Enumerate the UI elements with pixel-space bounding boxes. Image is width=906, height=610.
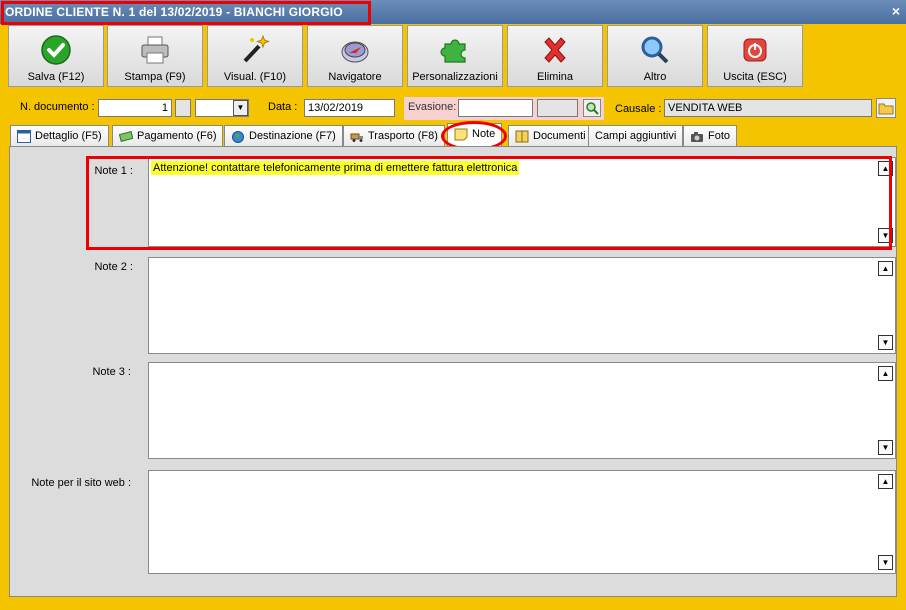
web-note-textarea[interactable]: ▲ ▼	[148, 470, 896, 574]
exit-button-label: Uscita (ESC)	[723, 71, 787, 83]
web-note-label: Note per il sito web :	[31, 477, 131, 489]
save-button[interactable]: Salva (F12)	[8, 25, 104, 87]
book-icon	[515, 130, 529, 143]
scroll-down-icon[interactable]: ▼	[878, 440, 893, 455]
tab-campi-aggiuntivi-label: Campi aggiuntivi	[595, 130, 677, 142]
tab-destinazione[interactable]: Destinazione (F7)	[224, 125, 343, 147]
more-button-label: Altro	[643, 71, 667, 83]
note-2-label: Note 2 :	[94, 261, 133, 273]
power-icon	[743, 38, 767, 62]
evasion-label: Evasione:	[408, 101, 457, 113]
date-label: Data :	[268, 101, 298, 113]
camera-icon	[691, 132, 703, 142]
doc-number-input[interactable]: 1	[98, 99, 172, 117]
causale-label: Causale :	[615, 103, 662, 115]
tab-campi-aggiuntivi[interactable]: Campi aggiuntivi	[588, 125, 684, 147]
print-button-label: Stampa (F9)	[124, 71, 186, 83]
title-highlight-box	[1, 1, 371, 25]
tab-foto[interactable]: Foto	[683, 125, 738, 147]
note-1-highlight-box	[86, 156, 892, 250]
scroll-up-icon[interactable]: ▲	[878, 474, 893, 489]
scroll-up-icon[interactable]: ▲	[878, 366, 893, 381]
note-3-label: Note 3 :	[92, 366, 131, 378]
tab-dettaglio-label: Dettaglio (F5)	[35, 130, 102, 142]
tab-pagamento[interactable]: Pagamento (F6)	[112, 125, 224, 147]
tab-dettaglio[interactable]: Dettaglio (F5)	[10, 125, 109, 147]
doc-number-spin[interactable]	[175, 99, 191, 117]
scroll-down-icon[interactable]: ▼	[878, 335, 893, 350]
note-2-textarea[interactable]: ▲ ▼	[148, 257, 896, 354]
compass-icon	[341, 41, 369, 63]
tab-trasporto[interactable]: Trasporto (F8)	[343, 125, 445, 147]
magnifier-icon	[641, 36, 669, 64]
scroll-down-icon[interactable]: ▼	[878, 555, 893, 570]
navigator-button[interactable]: Navigatore	[307, 25, 403, 87]
customizations-button-label: Personalizzazioni	[412, 71, 498, 83]
check-icon	[41, 35, 71, 65]
save-button-label: Salva (F12)	[27, 71, 85, 83]
tab-pagamento-label: Pagamento (F6)	[137, 130, 217, 142]
printer-icon	[141, 36, 169, 64]
tab-trasporto-label: Trasporto (F8)	[368, 130, 438, 142]
puzzle-icon	[440, 39, 466, 63]
scroll-up-icon[interactable]: ▲	[878, 261, 893, 276]
zoom-icon[interactable]	[583, 99, 601, 117]
folder-icon[interactable]	[876, 98, 896, 118]
delete-x-icon	[544, 37, 566, 63]
tab-foto-label: Foto	[708, 130, 731, 142]
view-button-label: Visual. (F10)	[223, 71, 287, 83]
tab-destinazione-label: Destinazione (F7)	[249, 130, 336, 142]
evasion-extra-input[interactable]	[537, 99, 578, 117]
evasion-input[interactable]	[458, 99, 533, 117]
close-icon[interactable]: ×	[892, 3, 900, 19]
date-input[interactable]: 13/02/2019	[304, 99, 395, 117]
note-3-textarea[interactable]: ▲ ▼	[148, 362, 896, 459]
globe-icon	[232, 131, 244, 143]
magic-wand-icon	[243, 34, 270, 63]
view-button[interactable]: Visual. (F10)	[207, 25, 303, 87]
tab-documenti[interactable]: Documenti	[508, 125, 593, 147]
chevron-down-icon[interactable]: ▼	[233, 100, 248, 116]
exit-button[interactable]: Uscita (ESC)	[707, 25, 803, 87]
more-button[interactable]: Altro	[607, 25, 703, 87]
calendar-icon	[17, 130, 31, 143]
customizations-button[interactable]: Personalizzazioni	[407, 25, 503, 87]
tab-documenti-label: Documenti	[533, 130, 586, 142]
print-button[interactable]: Stampa (F9)	[107, 25, 203, 87]
truck-icon	[350, 133, 363, 142]
doc-number-label: N. documento :	[20, 101, 95, 113]
money-icon	[119, 130, 133, 143]
delete-button-label: Elimina	[536, 71, 574, 83]
causale-input[interactable]: VENDITA WEB	[664, 99, 872, 117]
navigator-button-label: Navigatore	[328, 71, 382, 83]
delete-button[interactable]: Elimina	[507, 25, 603, 87]
